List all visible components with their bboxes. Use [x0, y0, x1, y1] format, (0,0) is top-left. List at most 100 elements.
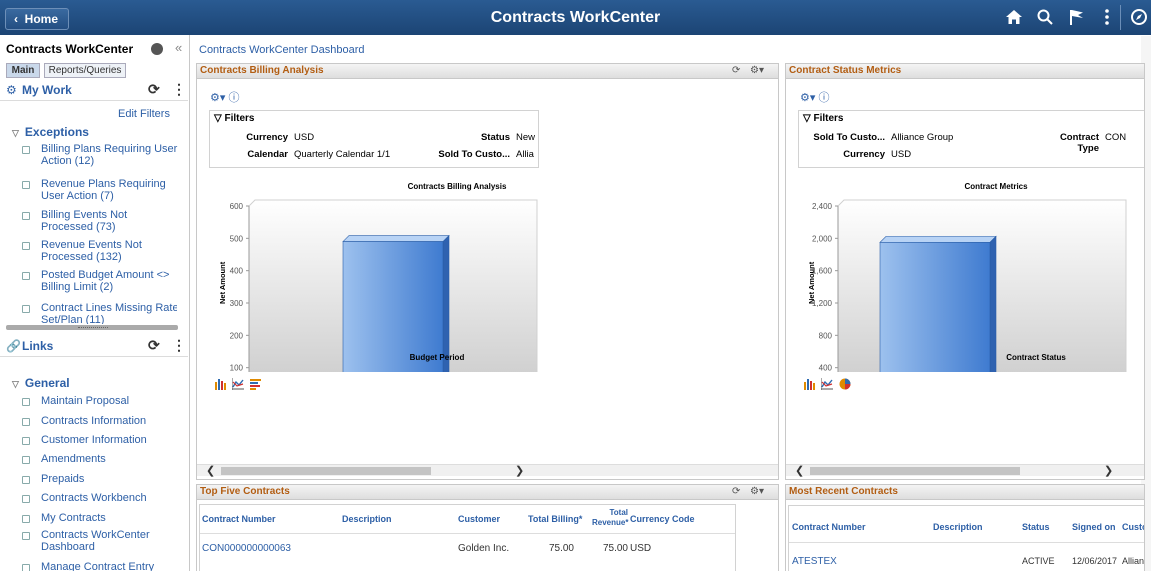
refresh-icon[interactable]: ⟳: [732, 486, 740, 497]
x-axis-label: Budget Period: [409, 353, 465, 362]
list-item[interactable]: Manage Contract Entry: [22, 561, 177, 571]
y-tick-label: 300: [230, 299, 244, 308]
refresh-icon[interactable]: ⟳: [148, 337, 160, 354]
pagelet-settings-icon[interactable]: ⚙▾: [750, 65, 764, 76]
exceptions-group[interactable]: ▽ Exceptions: [12, 125, 89, 139]
line-chart-icon[interactable]: [231, 378, 244, 390]
kebab-menu-icon[interactable]: [1096, 8, 1118, 28]
column-header[interactable]: Description: [342, 514, 392, 524]
filter-value: Quarterly Calendar 1/1: [294, 149, 391, 160]
pie-chart-icon[interactable]: [839, 378, 851, 390]
column-header[interactable]: Contract Number: [792, 522, 866, 532]
bar-chart-icon[interactable]: [214, 378, 226, 390]
bar-side[interactable]: [442, 234, 450, 372]
billing-chart: 01002003004005006002017Q4: [230, 199, 538, 372]
bar-side[interactable]: [989, 235, 997, 372]
y-axis-label: Net Amount: [807, 261, 816, 304]
left-panel-title: Contracts WorkCenter: [6, 42, 134, 56]
kebab-menu-icon[interactable]: ⋮: [172, 81, 186, 98]
filters-header[interactable]: ▽ Filters: [803, 113, 843, 124]
filter-label: Sold To Custo...: [813, 132, 885, 143]
chart-options-icon[interactable]: ⚙▾ ⓘ: [210, 89, 239, 105]
scrollbar-thumb[interactable]: [810, 467, 1020, 475]
link-icon: 🔗: [6, 339, 21, 353]
currency-code-cell: USD: [630, 543, 652, 554]
column-header[interactable]: Custo: [1122, 522, 1144, 532]
edit-filters-link[interactable]: Edit Filters: [118, 108, 170, 120]
filters-box: ▽ Filters Currency USD Status New Calend…: [209, 110, 539, 168]
list-item-label: Amendments: [41, 453, 106, 465]
filters-box: ▽ Filters Sold To Custo... Alliance Grou…: [798, 110, 1144, 168]
filters-header[interactable]: ▽ Filters: [214, 113, 254, 124]
filter-label: Currency: [843, 149, 885, 160]
list-item-label: Posted Budget Amount <> Billing Limit (2…: [41, 269, 170, 293]
recent-contracts-pagelet: Most Recent Contracts Contract Number De…: [785, 484, 1145, 571]
pagelet-title: Most Recent Contracts: [789, 486, 898, 497]
status-chart: 04008001,2001,6002,0002,400ACTIVEPI: [812, 199, 1127, 372]
list-item-label: Billing Plans Requiring User Action (12): [41, 143, 178, 167]
my-work-header[interactable]: ⚙ My Work ⟳ ⋮: [0, 79, 188, 101]
contract-number-link[interactable]: ATESTEX: [792, 556, 837, 567]
refresh-icon[interactable]: ⟳: [732, 65, 740, 76]
link-bullet-icon: [22, 437, 30, 445]
pagelet-title: Top Five Contracts: [200, 486, 290, 497]
exceptions-label: Exceptions: [24, 125, 89, 139]
refresh-icon[interactable]: ⟳: [148, 81, 160, 98]
link-bullet-icon: [22, 272, 30, 280]
my-work-icon: ⚙: [6, 83, 17, 97]
pagelet-settings-icon[interactable]: ⚙▾: [750, 486, 764, 497]
line-chart-icon[interactable]: [820, 378, 833, 390]
chart-title: Contract Metrics: [964, 182, 1028, 191]
home-icon[interactable]: [1003, 8, 1025, 28]
navbar-compass-icon[interactable]: [1128, 8, 1150, 28]
list-item-label: My Contracts: [41, 512, 106, 524]
link-bullet-icon: [22, 181, 30, 189]
tab-main[interactable]: Main: [6, 63, 40, 78]
chart-options-icon[interactable]: ⚙▾ ⓘ: [800, 89, 829, 105]
link-bullet-icon: [22, 146, 30, 154]
list-item-label: Contracts Workbench: [41, 492, 147, 504]
scroll-left-icon[interactable]: ❮: [206, 464, 215, 477]
customer-cell: Allian: [1122, 556, 1145, 566]
list-item-label: Billing Events Not Processed (73): [41, 209, 128, 233]
links-label: Links: [22, 339, 54, 353]
search-icon[interactable]: [1034, 8, 1056, 28]
flag-icon[interactable]: [1066, 8, 1088, 28]
bar-top[interactable]: [342, 235, 450, 242]
list-item[interactable]: Contract Lines Missing Rate Set/Plan (11…: [22, 302, 177, 324]
billing-analysis-pagelet: Contracts Billing Analysis ⟳ ⚙▾ ⚙▾ ⓘ ▽ F…: [196, 63, 779, 480]
collapse-panel-icon[interactable]: «: [175, 40, 182, 55]
column-header[interactable]: Total Billing*: [528, 514, 582, 524]
bar-top[interactable]: [879, 236, 997, 243]
bar-chart-icon[interactable]: [803, 378, 815, 390]
horizontal-scrollbar[interactable]: ❮ ❯: [786, 464, 1144, 477]
horizontal-scrollbar[interactable]: ❮ ❯: [197, 464, 778, 477]
filter-label: Contract Type: [1059, 132, 1099, 154]
scroll-right-icon[interactable]: ❯: [515, 464, 524, 477]
column-header[interactable]: Description: [933, 522, 983, 532]
column-header[interactable]: Signed on: [1072, 522, 1116, 532]
list-item-label: Prepaids: [41, 473, 85, 485]
scroll-left-icon[interactable]: ❮: [795, 464, 804, 477]
filter-value: New: [516, 132, 536, 143]
horizontal-bar-chart-icon[interactable]: [250, 378, 262, 390]
y-tick-label: 600: [230, 202, 244, 211]
column-header[interactable]: Total Revenue*: [592, 508, 628, 528]
column-header[interactable]: Customer: [458, 514, 500, 524]
column-header[interactable]: Status: [1022, 522, 1050, 532]
general-group[interactable]: ▽ General: [12, 376, 70, 390]
collapse-triangle-icon: ▽: [12, 379, 19, 389]
pagelet-title: Contract Status Metrics: [789, 65, 902, 76]
links-header[interactable]: 🔗 Links ⟳ ⋮: [0, 335, 188, 357]
splitter-grip: [78, 327, 108, 329]
scrollbar-thumb[interactable]: [221, 467, 431, 475]
kebab-menu-icon[interactable]: ⋮: [172, 337, 186, 354]
breadcrumb[interactable]: Contracts WorkCenter Dashboard: [199, 44, 364, 56]
tab-reports-queries[interactable]: Reports/Queries: [44, 63, 126, 78]
scroll-right-icon[interactable]: ❯: [1104, 464, 1113, 477]
gear-icon[interactable]: [151, 43, 163, 55]
contract-number-link[interactable]: CON000000000063: [202, 543, 291, 554]
column-header[interactable]: Currency Code: [630, 514, 695, 524]
link-bullet-icon: [22, 495, 30, 503]
column-header[interactable]: Contract Number: [202, 514, 276, 524]
